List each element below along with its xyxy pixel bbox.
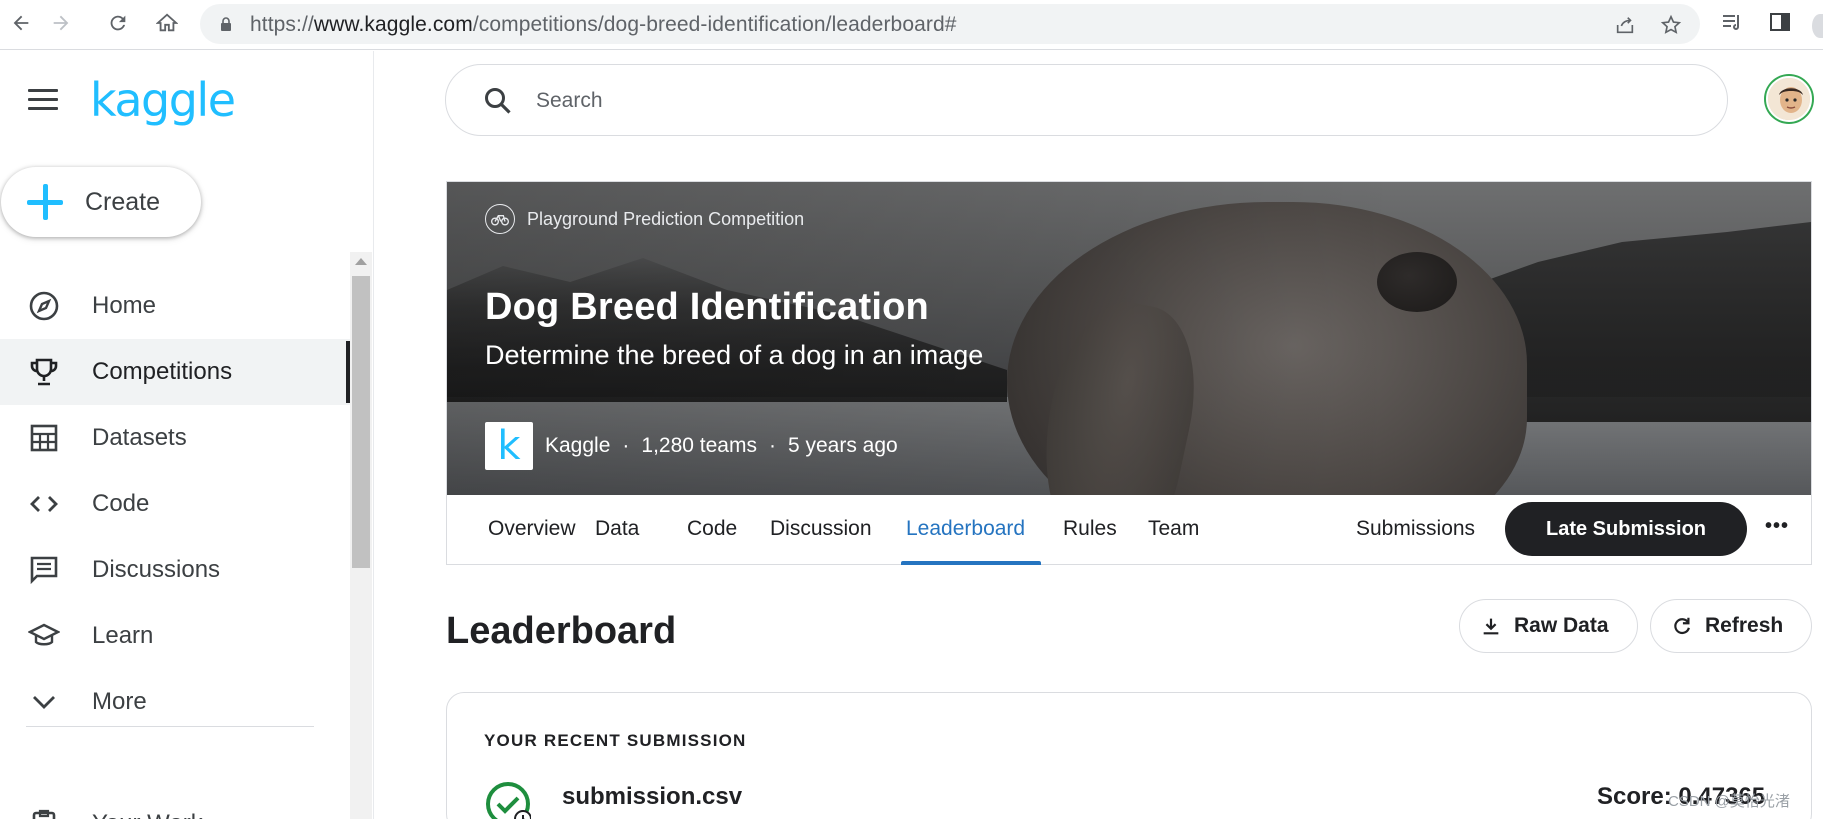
bicycle-icon (485, 204, 515, 234)
tab-rules[interactable]: Rules (1063, 517, 1117, 541)
late-submission-button[interactable]: Late Submission (1505, 502, 1747, 556)
graduation-cap-icon (27, 620, 61, 652)
competition-tabs: Overview Data Code Discussion Leaderboar… (446, 495, 1812, 565)
plus-icon (25, 182, 65, 222)
refresh-label: Refresh (1705, 614, 1784, 637)
competition-subtitle: Determine the breed of a dog in an image (485, 340, 984, 370)
team-count: 1,280 teams (641, 434, 757, 457)
sidebar-item-your-work[interactable]: Your Work (0, 791, 350, 819)
sidebar-item-label: More (92, 688, 147, 715)
competition-type-label: Playground Prediction Competition (527, 208, 805, 229)
arrow-left-icon (13, 15, 29, 31)
recent-submission-heading: YOUR RECENT SUBMISSION (484, 731, 747, 750)
raw-data-button[interactable]: Raw Data (1459, 599, 1638, 653)
scroll-up-icon[interactable] (355, 258, 367, 265)
search-bar[interactable] (445, 64, 1728, 136)
download-icon (1483, 618, 1499, 635)
sidebar-item-datasets[interactable]: Datasets (0, 405, 350, 471)
sidebar-item-label: Your Work (92, 810, 203, 819)
sidebar-item-label: Code (92, 490, 150, 517)
scrollbar-thumb[interactable] (352, 276, 370, 568)
tab-code[interactable]: Code (687, 517, 737, 541)
competition-title: Dog Breed Identification (485, 286, 929, 328)
competition-meta: k Kaggle · 1,280 teams · 5 years ago (485, 422, 898, 470)
host-logo-letter: k (497, 423, 521, 469)
submission-filename[interactable]: submission.csv (562, 783, 742, 811)
refresh-button[interactable]: Refresh (1650, 599, 1812, 653)
arrow-right-icon (53, 15, 69, 31)
search-input[interactable] (536, 83, 1636, 119)
url-host: www.kaggle.com (313, 13, 473, 36)
share-icon[interactable] (1614, 14, 1636, 36)
sidebar-item-competitions[interactable]: Competitions (0, 339, 350, 405)
sidebar-nav: Home Competitions Datasets Code Discussi… (0, 273, 350, 735)
watermark: CSDN @莫怡光渚 (1668, 793, 1790, 810)
host-logo[interactable]: k (485, 422, 533, 470)
sidebar-scrollbar[interactable] (350, 252, 372, 819)
trophy-icon (28, 356, 60, 388)
page-title: Leaderboard (446, 610, 677, 652)
bookmark-star-icon[interactable] (1660, 14, 1682, 36)
create-button-label: Create (85, 187, 161, 216)
user-face-icon (1768, 78, 1810, 120)
url-path: /competitions/dog-breed-identification/l… (472, 13, 957, 36)
reload-button[interactable] (103, 8, 133, 38)
sidebar-item-learn[interactable]: Learn (0, 603, 350, 669)
sidebar-item-discussions[interactable]: Discussions (0, 537, 350, 603)
forward-button[interactable] (46, 8, 76, 38)
clipboard-icon (28, 808, 60, 819)
lock-icon (221, 17, 231, 31)
back-button[interactable] (6, 8, 36, 38)
comment-icon (28, 554, 60, 586)
tab-leaderboard[interactable]: Leaderboard (906, 517, 1025, 541)
avatar[interactable] (1766, 76, 1812, 122)
compass-icon (28, 290, 60, 322)
check-circle-icon (486, 782, 531, 819)
meta-separator: · (768, 434, 776, 457)
tab-overview[interactable]: Overview (488, 517, 576, 541)
side-panel-icon[interactable] (1768, 10, 1792, 34)
address-bar[interactable]: https://www.kaggle.com/competitions/dog-… (200, 4, 1700, 44)
tab-data[interactable]: Data (595, 517, 639, 541)
sidebar-item-code[interactable]: Code (0, 471, 350, 537)
profile-avatar-chrome[interactable] (1812, 14, 1823, 38)
refresh-icon (1674, 617, 1690, 635)
competition-header: Playground Prediction Competition Dog Br… (446, 181, 1812, 495)
more-options-icon[interactable]: ••• (1765, 515, 1789, 538)
home-button[interactable] (152, 8, 182, 38)
raw-data-label: Raw Data (1514, 614, 1609, 637)
competition-type: Playground Prediction Competition (485, 204, 804, 234)
home-icon (156, 13, 178, 32)
browser-toolbar: https://www.kaggle.com/competitions/dog-… (0, 0, 1823, 50)
sidebar-item-label: Datasets (92, 424, 187, 451)
tab-submissions[interactable]: Submissions (1356, 517, 1475, 541)
table-icon (28, 422, 60, 454)
tab-discussion[interactable]: Discussion (770, 517, 872, 541)
sidebar-item-label: Home (92, 292, 157, 319)
tab-team[interactable]: Team (1148, 517, 1199, 541)
url-text: https://www.kaggle.com/competitions/dog-… (250, 13, 957, 37)
sidebar: kaggle Create Home Competitions Datasets… (0, 51, 374, 819)
reading-list-icon[interactable] (1720, 10, 1744, 34)
competition-age: 5 years ago (787, 434, 898, 457)
recent-submission-card: YOUR RECENT SUBMISSION submission.csv Sc… (446, 692, 1812, 819)
sidebar-item-label: Competitions (92, 358, 233, 385)
reload-icon (110, 15, 126, 31)
search-icon (485, 88, 511, 114)
create-button[interactable]: Create (1, 167, 201, 237)
chevron-down-icon (28, 686, 60, 718)
meta-separator: · (622, 434, 630, 457)
kaggle-logo[interactable]: kaggle (90, 73, 236, 127)
url-prefix: https:// (250, 13, 314, 36)
sidebar-item-home[interactable]: Home (0, 273, 350, 339)
host-name[interactable]: Kaggle (545, 434, 610, 458)
active-tab-indicator (901, 561, 1041, 565)
menu-icon[interactable] (28, 89, 58, 113)
sidebar-item-label: Learn (92, 622, 154, 649)
code-icon (28, 488, 60, 520)
sidebar-divider (26, 726, 314, 727)
sidebar-item-label: Discussions (92, 556, 221, 583)
